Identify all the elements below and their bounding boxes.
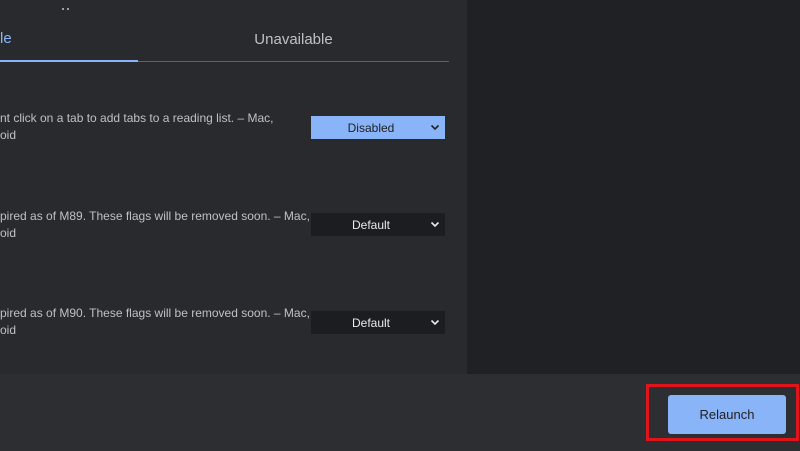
flag-description: pired as of M89. These flags will be rem… [0,208,310,242]
select-value: Disabled [347,121,395,135]
chevron-down-icon [430,221,440,228]
flag-description-line: oid [0,323,17,337]
flag-description-line: nt click on a tab to add tabs to a readi… [0,111,274,125]
flags-tabs: le Unavailable [0,20,449,62]
flag-state-select[interactable]: Disabled [311,116,445,139]
flag-description-line: oid [0,226,17,240]
chevron-down-icon [430,124,440,131]
flags-page: le Unavailable nt click on a tab to add … [0,0,800,451]
flags-content: le Unavailable nt click on a tab to add … [0,0,467,374]
select-value: Default [351,316,391,330]
top-text-fragment [62,0,74,10]
flag-state-select[interactable]: Default [311,213,445,236]
tab-active-indicator [0,60,138,62]
flag-description: nt click on a tab to add tabs to a readi… [0,110,274,144]
flag-description: pired as of M90. These flags will be rem… [0,305,310,339]
flag-description-line: pired as of M90. These flags will be rem… [0,306,310,320]
relaunch-button[interactable]: Relaunch [668,395,786,434]
chevron-down-icon [430,319,440,326]
tab-unavailable[interactable]: Unavailable [138,20,449,61]
tab-available-label: le [0,30,12,47]
select-value: Default [351,218,391,232]
side-panel [467,0,800,374]
flag-description-line: oid [0,128,17,142]
flag-description-line: pired as of M89. These flags will be rem… [0,209,310,223]
flag-state-select[interactable]: Default [311,311,445,334]
tab-available[interactable]: le [0,20,138,62]
tab-unavailable-label: Unavailable [254,31,333,48]
